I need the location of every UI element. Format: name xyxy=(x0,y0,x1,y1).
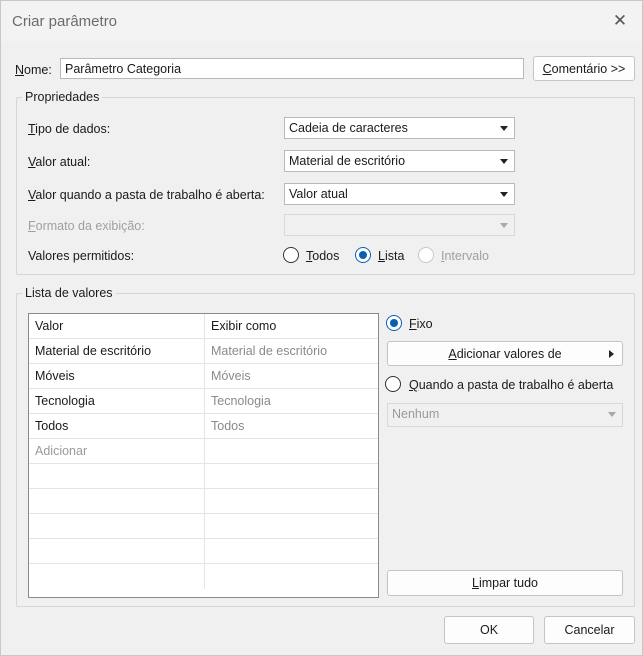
row-value[interactable]: Tecnologia xyxy=(29,389,204,414)
column-header-display: Exibir como xyxy=(204,314,378,339)
data-type-label: Tipo de dados: xyxy=(28,122,111,136)
row-display[interactable]: Tecnologia xyxy=(204,389,378,414)
empty-row xyxy=(29,564,378,589)
table-row[interactable]: Todos Todos xyxy=(29,414,378,439)
empty-cell xyxy=(204,464,378,489)
ok-button-label: OK xyxy=(479,623,499,637)
row-display[interactable]: Todos xyxy=(204,414,378,439)
current-value-label: Valor atual: xyxy=(28,155,91,169)
empty-cell xyxy=(29,514,204,539)
empty-row xyxy=(29,489,378,514)
chevron-down-icon xyxy=(500,223,508,228)
radio-list[interactable] xyxy=(355,247,371,263)
properties-group-title: Propriedades xyxy=(22,90,103,104)
clear-all-button-label: Limpar tudo xyxy=(471,576,538,590)
table-header: Valor Exibir como xyxy=(29,314,378,339)
empty-cell xyxy=(29,564,204,589)
row-value[interactable]: Material de escritório xyxy=(29,339,204,364)
chevron-right-icon xyxy=(609,350,614,358)
radio-list-label[interactable]: Lista xyxy=(378,249,404,263)
data-type-value: Cadeia de caracteres xyxy=(289,121,408,135)
open-value-label: Valor quando a pasta de trabalho é abert… xyxy=(28,188,265,202)
source-combo: Nenhum xyxy=(387,403,623,427)
radio-all[interactable] xyxy=(283,247,299,263)
table-row[interactable]: Móveis Móveis xyxy=(29,364,378,389)
source-combo-value: Nenhum xyxy=(392,407,440,421)
add-values-button-label: Adicionar valores de xyxy=(448,346,562,361)
chevron-down-icon xyxy=(500,126,508,131)
table-row-add[interactable]: Adicionar xyxy=(29,439,378,464)
value-list-group-title: Lista de valores xyxy=(22,286,116,300)
radio-when-open-label[interactable]: Quando a pasta de trabalho é aberta xyxy=(409,378,613,392)
comment-button[interactable]: Comentário >> xyxy=(533,56,635,81)
ok-button[interactable]: OK xyxy=(444,616,534,644)
chevron-down-icon xyxy=(500,159,508,164)
empty-cell xyxy=(204,564,378,589)
empty-cell xyxy=(204,514,378,539)
open-value-combo[interactable]: Valor atual xyxy=(284,183,515,205)
empty-row xyxy=(29,514,378,539)
display-format-combo xyxy=(284,214,515,236)
radio-fixed[interactable] xyxy=(386,315,402,331)
display-format-label: Formato da exibição: xyxy=(28,219,145,233)
table-row[interactable]: Tecnologia Tecnologia xyxy=(29,389,378,414)
radio-fixed-label[interactable]: Fixo xyxy=(409,317,433,331)
data-type-combo[interactable]: Cadeia de caracteres xyxy=(284,117,515,139)
chevron-down-icon xyxy=(500,192,508,197)
current-value-combo[interactable]: Material de escritório xyxy=(284,150,515,172)
empty-cell xyxy=(29,489,204,514)
dialog-title: Criar parâmetro xyxy=(12,13,118,30)
name-label: Nome: xyxy=(15,63,52,77)
chevron-down-icon xyxy=(608,412,616,417)
add-values-button[interactable]: Adicionar valores de xyxy=(387,341,623,366)
table-row[interactable]: Material de escritório Material de escri… xyxy=(29,339,378,364)
add-display-cell[interactable] xyxy=(204,439,378,464)
empty-cell xyxy=(204,489,378,514)
row-display[interactable]: Material de escritório xyxy=(204,339,378,364)
radio-when-open[interactable] xyxy=(385,376,401,392)
empty-cell xyxy=(29,464,204,489)
empty-row xyxy=(29,539,378,564)
allowed-values-label: Valores permitidos: xyxy=(28,249,135,263)
close-icon[interactable]: ✕ xyxy=(602,5,638,37)
cancel-button[interactable]: Cancelar xyxy=(544,616,635,644)
cancel-button-label: Cancelar xyxy=(564,623,615,637)
empty-cell xyxy=(29,539,204,564)
radio-range-label: Intervalo xyxy=(441,249,489,263)
radio-all-label[interactable]: Todos xyxy=(306,249,339,263)
row-display[interactable]: Móveis xyxy=(204,364,378,389)
empty-cell xyxy=(204,539,378,564)
current-value-value: Material de escritório xyxy=(289,154,406,168)
clear-all-button[interactable]: Limpar tudo xyxy=(387,570,623,596)
name-input[interactable]: Parâmetro Categoria xyxy=(60,58,524,79)
empty-row xyxy=(29,464,378,489)
radio-range xyxy=(418,247,434,263)
row-value[interactable]: Todos xyxy=(29,414,204,439)
column-header-value: Valor xyxy=(35,319,64,333)
row-value[interactable]: Móveis xyxy=(29,364,204,389)
open-value-value: Valor atual xyxy=(289,187,348,201)
comment-button-label: Comentário >> xyxy=(542,61,626,76)
value-list-table: Valor Exibir como Material de escritório… xyxy=(28,313,379,598)
title-bar: Criar parâmetro ✕ xyxy=(1,1,642,41)
create-parameter-dialog: Criar parâmetro ✕ Nome: Parâmetro Catego… xyxy=(0,0,643,656)
add-value-cell[interactable]: Adicionar xyxy=(29,439,204,464)
